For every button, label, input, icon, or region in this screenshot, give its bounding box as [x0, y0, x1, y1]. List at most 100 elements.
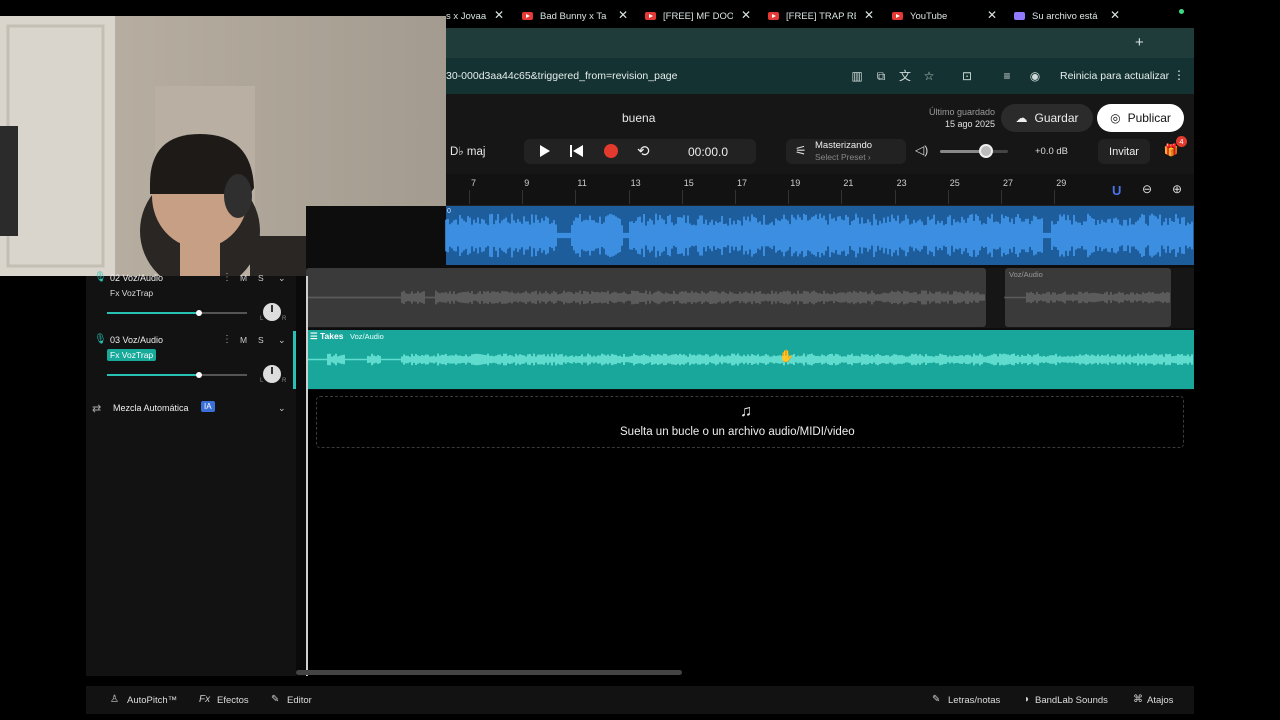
ruler-tick-line	[575, 190, 577, 204]
ruler-tick-line	[894, 190, 896, 204]
chevron-down-icon[interactable]: ⌄	[278, 403, 286, 414]
horizontal-scrollbar[interactable]	[296, 670, 682, 675]
youtube-icon	[645, 12, 656, 20]
pencil-icon: ✎	[271, 694, 280, 705]
automix-icon: ⇄	[92, 403, 102, 415]
publish-button[interactable]: ◎ Publicar	[1097, 104, 1184, 132]
track-2-waveform	[1004, 291, 1170, 304]
autopitch-icon: ♙	[110, 694, 119, 705]
speaker-icon[interactable]: ◁)	[915, 143, 928, 157]
fx-preset[interactable]: Fx VozTrap	[110, 288, 153, 298]
invite-button[interactable]: Invitar	[1098, 139, 1150, 164]
url-text[interactable]: 30-000d3aa44c65&triggered_from=revision_…	[446, 70, 677, 82]
snap-magnet-icon[interactable]: U	[1112, 183, 1121, 198]
browser-tab[interactable]: Su archivo está	[1014, 6, 1102, 26]
shortcuts-button[interactable]: Atajos	[1147, 695, 1173, 706]
browser-tab-bar	[446, 28, 1194, 58]
tab-label: YouTube	[910, 10, 948, 22]
play-icon[interactable]	[540, 145, 550, 157]
tab-search-icon[interactable]: ⊡	[960, 69, 974, 83]
fx-preset[interactable]: Fx VozTrap	[107, 349, 157, 361]
key-selector[interactable]: D♭ maj	[450, 144, 485, 158]
bookmark-star-icon[interactable]: ☆	[922, 69, 936, 83]
browser-tab[interactable]: [FREE] TRAP RE	[768, 6, 856, 26]
effects-button[interactable]: Efectos	[217, 695, 249, 706]
tab-label: [FREE] TRAP RE	[786, 10, 856, 22]
reader-mode-icon[interactable]: ▥	[850, 69, 864, 83]
track-menu-icon[interactable]: ⋮	[222, 272, 232, 283]
install-app-icon[interactable]: ⧉	[874, 69, 888, 83]
track-volume-fill	[107, 374, 200, 376]
ruler-tick-label: 13	[630, 178, 641, 188]
ruler-tick-label: 7	[471, 178, 477, 188]
editor-button[interactable]: Editor	[287, 695, 312, 706]
track-menu-icon[interactable]: ⋮	[222, 334, 232, 345]
pan-left-label: L	[260, 316, 264, 322]
zoom-in-icon[interactable]: ⊕	[1172, 182, 1182, 196]
media-controls-icon[interactable]: ≡	[1000, 69, 1014, 83]
new-tab-button[interactable]: +	[1135, 34, 1144, 51]
close-tab-icon[interactable]: ✕	[618, 8, 628, 22]
ruler-tick-line	[628, 190, 630, 204]
project-title[interactable]: buena	[622, 111, 655, 125]
fx-icon: Fx	[199, 694, 211, 705]
solo-button[interactable]: S	[258, 273, 264, 283]
master-volume-slider[interactable]	[940, 150, 1008, 153]
automix-label[interactable]: Mezcla Automática	[113, 403, 189, 413]
close-tab-icon[interactable]: ✕	[864, 8, 874, 22]
status-dot	[1179, 9, 1184, 14]
app-window: s x Jovaa ✕ Bad Bunny x Ta ✕ [FREE] MF D…	[0, 0, 1280, 720]
timeline-ruler[interactable]	[446, 174, 1194, 206]
lyrics-notes-button[interactable]: Letras/notas	[948, 695, 1000, 706]
solo-button[interactable]: S	[258, 335, 264, 345]
ruler-tick-label: 29	[1056, 178, 1067, 188]
close-tab-icon[interactable]: ✕	[494, 8, 504, 22]
chevron-down-icon[interactable]: ⌄	[278, 335, 286, 346]
globe-icon: ◎	[1110, 111, 1121, 125]
ruler-tick-label: 9	[524, 178, 530, 188]
pan-knob[interactable]	[263, 365, 281, 383]
close-tab-icon[interactable]: ✕	[987, 8, 997, 22]
sliders-icon: ⚟	[795, 143, 807, 158]
youtube-icon	[522, 12, 533, 20]
panel-divider	[296, 276, 306, 676]
save-button[interactable]: ☁ Guardar	[1001, 104, 1093, 132]
ruler-tick-line	[681, 190, 683, 204]
browser-menu-icon[interactable]: ⋮	[1173, 68, 1185, 82]
mute-button[interactable]: M	[240, 335, 247, 345]
ruler-tick-label: 15	[683, 178, 694, 188]
mastering-preset[interactable]: Select Preset ›	[815, 152, 871, 162]
browser-tab[interactable]: Bad Bunny x Ta	[522, 6, 610, 26]
track-name[interactable]: 02 Voz/Audio	[110, 273, 163, 283]
ruler-tick-label: 23	[896, 178, 907, 188]
ruler-tick-line	[522, 190, 524, 204]
loop-icon[interactable]: ⟲	[637, 142, 650, 160]
pan-knob[interactable]	[263, 303, 281, 321]
restart-update-button[interactable]: Reinicia para actualizar	[1060, 70, 1169, 82]
autopitch-button[interactable]: AutoPitch™	[127, 695, 177, 706]
mute-button[interactable]: M	[240, 273, 247, 283]
ruler-tick-label: 19	[790, 178, 801, 188]
track-2-waveform	[305, 290, 985, 305]
pen-icon: ✎	[932, 694, 941, 705]
ruler-tick-line	[947, 190, 949, 204]
gift-icon[interactable]: 🎁	[1163, 143, 1179, 159]
translate-icon[interactable]: 文	[898, 69, 912, 83]
tab-label: Bad Bunny x Ta	[540, 10, 607, 22]
record-icon[interactable]	[604, 144, 618, 158]
master-volume-knob[interactable]	[979, 144, 993, 158]
close-tab-icon[interactable]: ✕	[741, 8, 751, 22]
zoom-out-icon[interactable]: ⊖	[1142, 182, 1152, 196]
track-name[interactable]: 03 Voz/Audio	[110, 335, 163, 345]
playhead[interactable]	[306, 276, 308, 676]
chevron-down-icon[interactable]: ⌄	[278, 273, 286, 284]
profile-avatar-icon[interactable]: ◉	[1028, 69, 1042, 83]
ruler-tick-label: 17	[737, 178, 748, 188]
close-tab-icon[interactable]: ✕	[1110, 8, 1120, 22]
ruler-tick-label: 21	[843, 178, 854, 188]
bandlab-sounds-button[interactable]: BandLab Sounds	[1035, 695, 1108, 706]
browser-tab[interactable]: YouTube	[892, 6, 982, 26]
ruler-tick-line	[735, 190, 736, 204]
browser-tab[interactable]: [FREE] MF DOO	[645, 6, 733, 26]
rewind-icon[interactable]	[570, 145, 584, 157]
